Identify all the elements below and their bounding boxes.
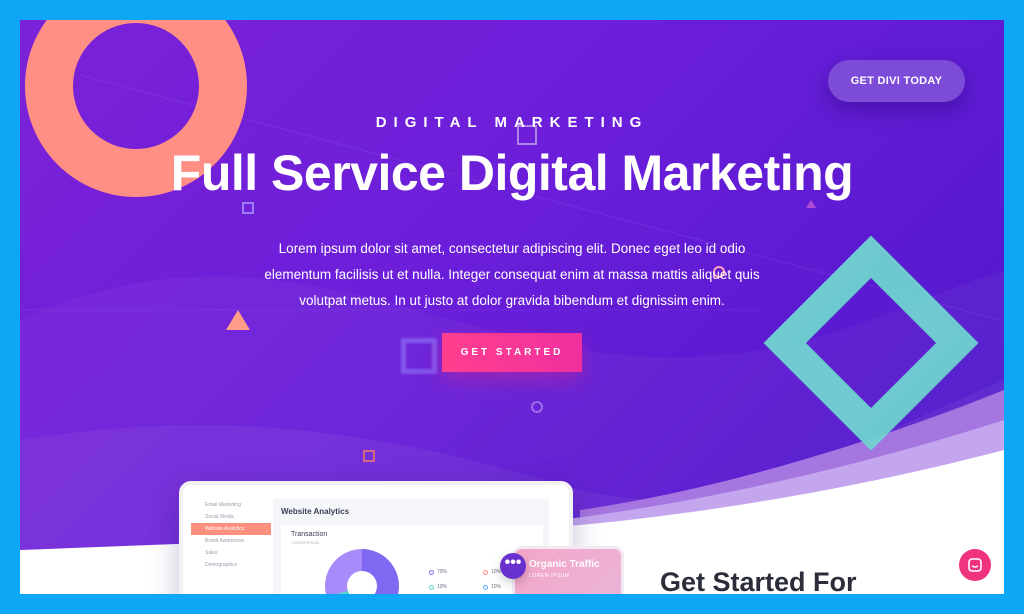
phone-subtitle: LOREM IPSUM (529, 573, 570, 579)
mockup-sidebar: Email Marketing Social Media Website Ana… (191, 499, 271, 594)
legend-item: 10% (483, 584, 501, 590)
hero-page: GET DIVI TODAY DIGITAL MARKETING Full Se… (20, 20, 1004, 594)
mockup-card-subtitle: LOREM IPSUM (291, 540, 320, 545)
legend-value: 70% (437, 569, 448, 575)
hero-body-line: Lorem ipsum dolor sit amet, consectetur … (278, 241, 746, 256)
legend-item: 70% (429, 569, 447, 575)
mockup-sidebar-item-active: Website Analytics (191, 523, 271, 535)
phone-mockup: Organic Traffic LOREM IPSUM (512, 546, 624, 594)
chat-bubble-icon[interactable] (959, 549, 991, 581)
hero-title: Full Service Digital Marketing (170, 145, 854, 201)
legend-value: 10% (491, 584, 502, 590)
legend-item: 10% (483, 569, 501, 575)
donut-hole (347, 571, 377, 594)
legend-dot (483, 569, 488, 575)
mockup-sidebar-item: Brand Awareness (205, 538, 245, 544)
hero-body-line: elementum facilisis ut et nulla. Integer… (264, 267, 760, 282)
donut-chart (325, 549, 399, 594)
mockup-main: Website Analytics Transaction LOREM IPSU… (273, 499, 549, 594)
more-dots-icon[interactable]: ••• (500, 553, 526, 579)
legend-dot (483, 584, 488, 590)
legend-item: 10% (429, 584, 447, 590)
legend-value: 10% (491, 569, 502, 575)
decorative-square (242, 202, 254, 214)
mockup-title: Website Analytics (281, 507, 350, 516)
legend-dot (429, 584, 434, 590)
decorative-square (363, 450, 375, 462)
get-divi-button[interactable]: GET DIVI TODAY (828, 60, 965, 102)
hero-body-line: volutpat metus. In ut justo at dolor gra… (299, 293, 725, 308)
hero-body: Lorem ipsum dolor sit amet, consectetur … (232, 236, 792, 314)
hero-eyebrow: DIGITAL MARKETING (375, 114, 649, 131)
mockup-sidebar-item: Social Media (205, 514, 234, 520)
mockup-sidebar-item: Email Marketing (205, 502, 241, 508)
chat-glyph (968, 558, 982, 572)
legend-value: 10% (437, 584, 448, 590)
decorative-circle (531, 401, 543, 413)
mockup-card-title: Transaction (291, 531, 328, 538)
decorative-square-blurred (401, 338, 437, 374)
get-started-button[interactable]: GET STARTED (442, 333, 582, 372)
mockup-sidebar-item: Sales (205, 550, 218, 556)
legend-dot (429, 569, 434, 575)
mockup-sidebar-item: Demographics (205, 562, 238, 568)
section-title: Get Started For (660, 567, 857, 594)
phone-title: Organic Traffic (529, 559, 600, 570)
